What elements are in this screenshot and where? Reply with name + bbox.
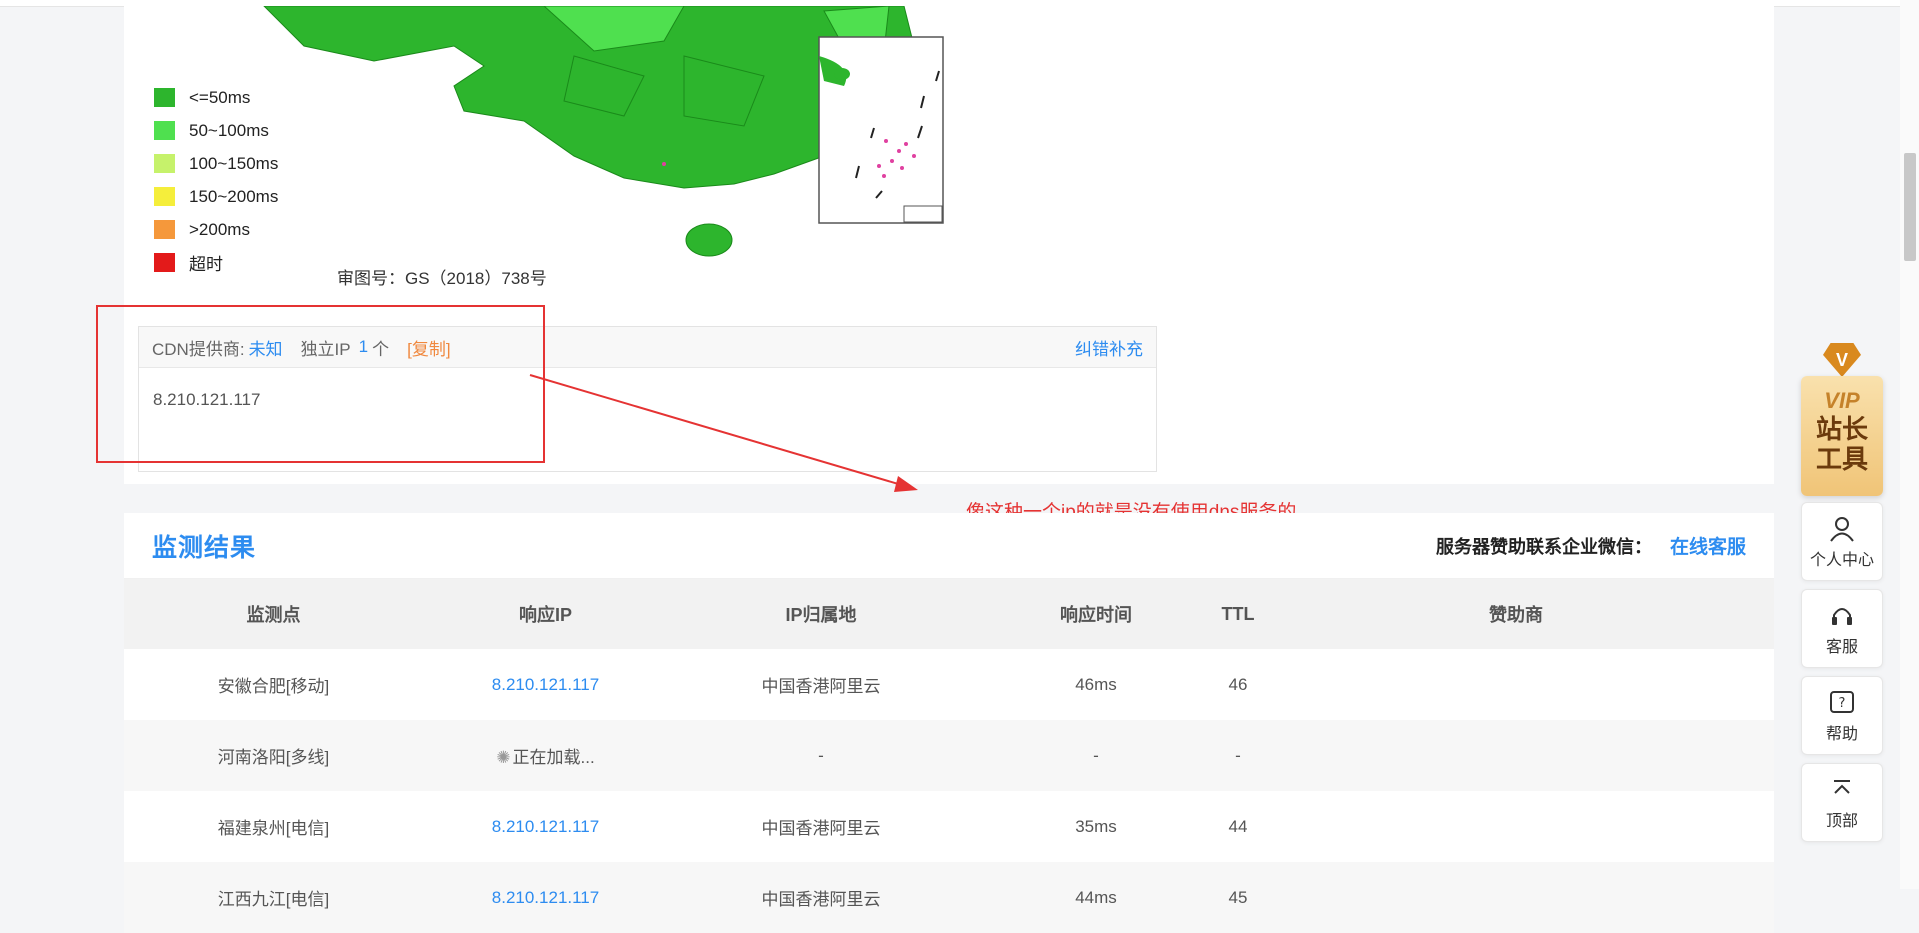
- cell-ip-link[interactable]: 8.210.121.117: [423, 649, 668, 720]
- back-to-top-icon: [1834, 780, 1850, 794]
- page-scrollbar[interactable]: [1900, 0, 1919, 889]
- vip-title-line1: 站长: [1815, 414, 1868, 444]
- map-approval-number: 审图号：GS（2018）738号: [337, 269, 547, 288]
- map-region-hainan: [685, 223, 733, 257]
- cell-ip-link[interactable]: 8.210.121.117: [423, 862, 668, 933]
- vip-title-line2: 工具: [1815, 444, 1868, 474]
- legend-item: 50~100ms: [154, 114, 278, 147]
- vip-webmaster-tools[interactable]: V VIP 站长 工具: [1801, 343, 1883, 496]
- legend-item: >200ms: [154, 213, 278, 246]
- column-header-ip: 响应IP: [423, 579, 668, 649]
- legend-label: 超时: [189, 255, 223, 274]
- table-row: 河南洛阳[多线] ✺ 正在加载... - - -: [124, 720, 1774, 791]
- cell-ip-loading: ✺ 正在加载...: [423, 720, 668, 791]
- legend-label: <=50ms: [189, 87, 251, 107]
- cell-point: 安徽合肥[移动]: [217, 677, 330, 696]
- legend-swatch: [154, 187, 175, 206]
- cell-location: -: [668, 720, 974, 791]
- headset-icon: [1832, 608, 1852, 625]
- scrollbar-thumb[interactable]: [1904, 153, 1916, 261]
- cell-ttl: 44: [1228, 816, 1248, 836]
- sponsor-contact-text: 服务器赞助联系企业微信：: [1435, 536, 1652, 557]
- legend-swatch: [154, 154, 175, 173]
- legend-swatch: [154, 220, 175, 239]
- cell-point: 江西九江[电信]: [124, 862, 423, 933]
- cell-time: 44ms: [974, 862, 1218, 933]
- column-header-time: 响应时间: [974, 579, 1218, 649]
- legend-item: 100~150ms: [154, 147, 278, 180]
- cell-location: 中国香港阿里云: [761, 819, 881, 838]
- cell-point: 福建泉州[电信]: [217, 819, 330, 838]
- cell-ip-link[interactable]: 8.210.121.117: [423, 791, 668, 862]
- cell-sponsor: [1258, 720, 1774, 791]
- back-to-top-label: 顶部: [1825, 813, 1858, 830]
- vip-card[interactable]: VIP 站长 工具: [1801, 376, 1883, 496]
- loading-text: 正在加载...: [512, 748, 595, 767]
- vip-label: VIP: [1824, 388, 1860, 413]
- help-icon: ?: [1830, 691, 1854, 713]
- monitor-results-table: 监测点 响应IP IP归属地 响应时间 TTL 赞助商 安徽合肥[移动] 8.2…: [124, 579, 1774, 933]
- svg-text:?: ?: [1839, 696, 1846, 711]
- table-header-row: 监测点 响应IP IP归属地 响应时间 TTL 赞助商: [124, 579, 1774, 649]
- legend-label: >200ms: [189, 219, 250, 239]
- legend-label: 150~200ms: [189, 186, 279, 206]
- legend-item: 超时: [154, 246, 278, 279]
- user-center-button[interactable]: 个人中心: [1801, 502, 1883, 581]
- latency-legend: <=50ms 50~100ms 100~150ms 150~200ms >200…: [154, 81, 278, 279]
- legend-item: 150~200ms: [154, 180, 278, 213]
- monitor-results-title: 监测结果: [152, 533, 257, 562]
- cell-ttl: -: [1218, 720, 1258, 791]
- customer-service-button[interactable]: 客服: [1801, 589, 1883, 668]
- online-service-link[interactable]: 在线客服: [1670, 532, 1746, 559]
- correction-link[interactable]: 纠错补充: [1075, 335, 1143, 360]
- cell-sponsor: [1258, 862, 1774, 933]
- cell-ttl: 45: [1218, 862, 1258, 933]
- legend-item: <=50ms: [154, 81, 278, 114]
- help-label: 帮助: [1825, 726, 1858, 743]
- monitor-results-header: 监测结果 服务器赞助联系企业微信： 在线客服: [124, 513, 1774, 579]
- legend-swatch: [154, 88, 175, 107]
- table-row: 安徽合肥[移动] 8.210.121.117 中国香港阿里云 46ms 46: [124, 649, 1774, 720]
- legend-swatch: [154, 253, 175, 272]
- back-to-top-button[interactable]: 顶部: [1801, 763, 1883, 842]
- customer-service-label: 客服: [1825, 639, 1858, 656]
- user-center-label: 个人中心: [1809, 552, 1874, 569]
- legend-label: 100~150ms: [189, 153, 279, 173]
- help-button[interactable]: ? 帮助: [1801, 676, 1883, 755]
- legend-swatch: [154, 121, 175, 140]
- user-icon: [1830, 517, 1854, 542]
- cell-sponsor: [1258, 791, 1774, 862]
- monitor-results-panel: 监测结果 服务器赞助联系企业微信： 在线客服 监测点 响应IP IP归属地 响应…: [124, 513, 1774, 933]
- cell-location: 中国香港阿里云: [761, 677, 881, 696]
- column-header-location: IP归属地: [668, 579, 974, 649]
- table-row: 江西九江[电信] 8.210.121.117 中国香港阿里云 44ms 45: [124, 862, 1774, 933]
- table-row: 福建泉州[电信] 8.210.121.117 中国香港阿里云 35ms 44: [124, 791, 1774, 862]
- cell-location: 中国香港阿里云: [668, 862, 974, 933]
- cell-point: 河南洛阳[多线]: [124, 720, 423, 791]
- cell-sponsor: [1258, 649, 1774, 720]
- column-header-ttl: TTL: [1218, 579, 1258, 649]
- cell-time: 46ms: [1075, 674, 1117, 694]
- loading-spinner-icon: ✺: [496, 748, 511, 767]
- annotation-highlight-box: [96, 305, 545, 463]
- legend-label: 50~100ms: [189, 120, 269, 140]
- cell-time: 35ms: [1075, 816, 1117, 836]
- column-header-point: 监测点: [124, 579, 423, 649]
- vip-gem-icon: V: [1823, 343, 1861, 377]
- cell-ttl: 46: [1228, 674, 1248, 694]
- cell-time: -: [974, 720, 1218, 791]
- column-header-sponsor: 赞助商: [1258, 579, 1774, 649]
